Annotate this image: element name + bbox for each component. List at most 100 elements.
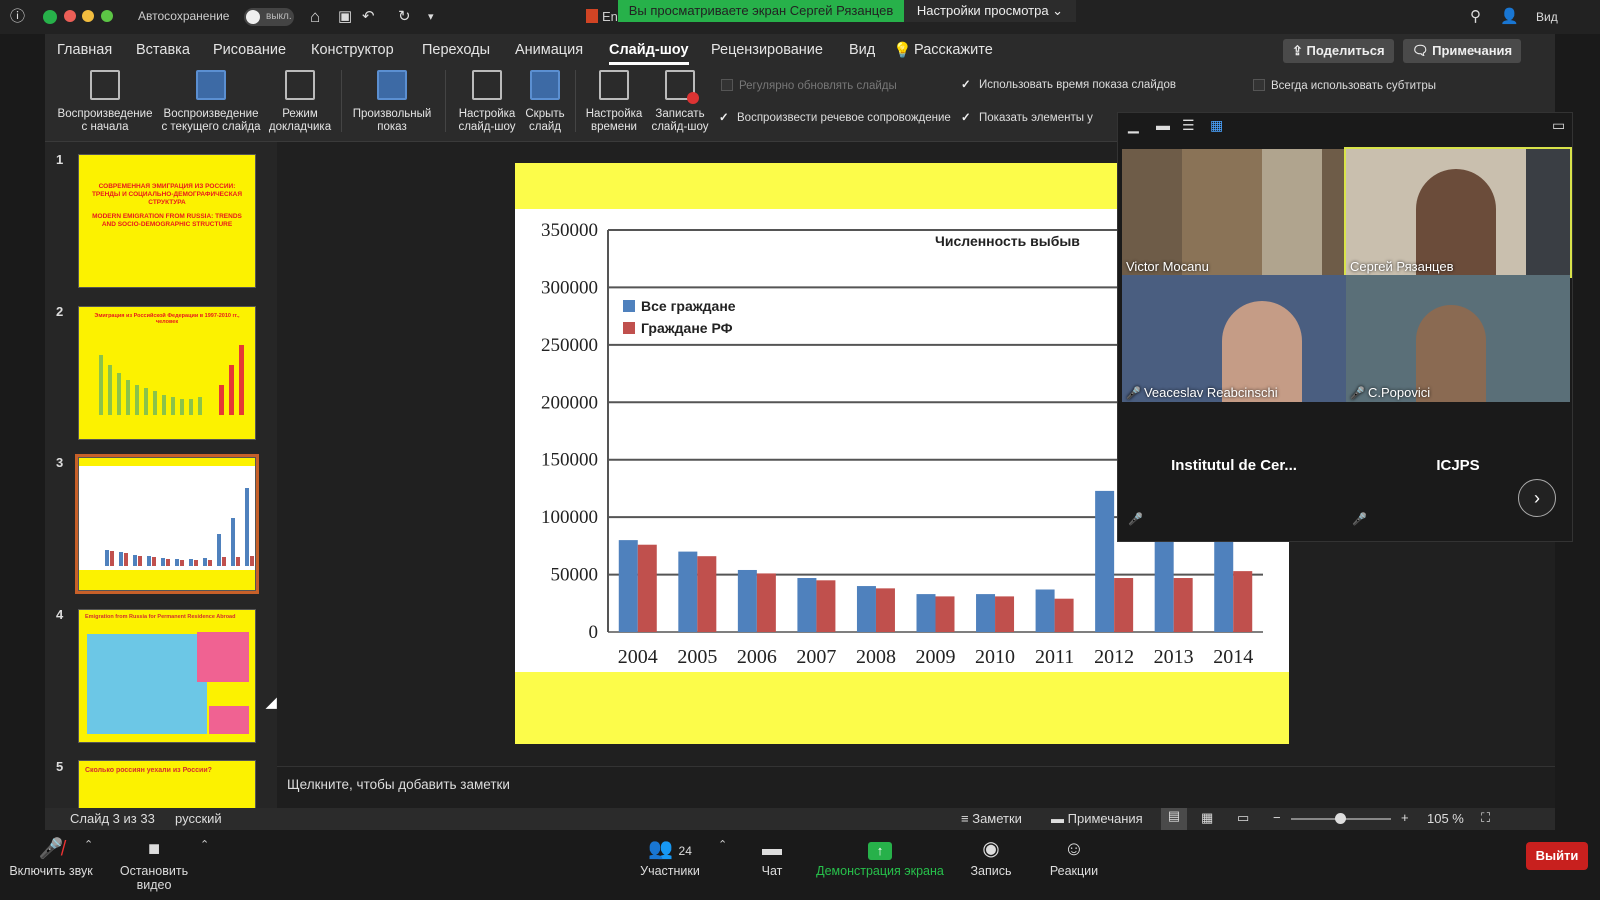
normal-view-button[interactable]: ▤ — [1161, 808, 1187, 830]
undo-icon[interactable]: ↶ — [362, 0, 375, 34]
slide-number: 4 — [56, 607, 64, 622]
tab-transitions[interactable]: Переходы — [422, 42, 490, 58]
tab-home[interactable]: Главная — [57, 42, 112, 58]
video-tile-popovici[interactable]: 🎤 C.Popovici — [1346, 275, 1570, 402]
slide-sorter-button[interactable]: ▦ — [1201, 810, 1213, 826]
slide-thumbnail-2[interactable]: Эмиграция из Российской Федерации в 1997… — [78, 306, 256, 440]
play-from-start-button[interactable]: Воспроизведение с начала — [55, 70, 155, 134]
view-settings-dropdown[interactable]: Настройки просмотра ⌄ — [904, 0, 1076, 22]
tab-animations[interactable]: Анимация — [515, 42, 583, 58]
x-tick-label: 2012 — [1094, 646, 1134, 668]
rehearse-timings-button[interactable]: Настройка времени — [583, 70, 645, 134]
zoom-out-button[interactable]: − — [1273, 810, 1281, 825]
video-tile-reabcinschi[interactable]: 🎤 Veaceslav Reabcinschi — [1122, 275, 1346, 402]
slide-thumbnail-4[interactable]: Emigration from Russia for Permanent Res… — [78, 609, 256, 743]
notes-pane[interactable]: Щелкните, чтобы добавить заметки — [277, 766, 1555, 808]
tell-me[interactable]: Расскажите — [914, 42, 993, 58]
x-tick-label: 2008 — [856, 646, 896, 668]
strip-view-icon[interactable]: ☰ — [1182, 117, 1195, 134]
reading-view-button[interactable]: ▭ — [1237, 810, 1249, 826]
participants-button[interactable]: 👥 24 Участники — [630, 836, 710, 878]
divider — [575, 70, 576, 132]
notes-toggle[interactable]: ≡ Заметки — [961, 811, 1022, 826]
video-tile-victor[interactable]: Victor Mocanu — [1122, 149, 1346, 276]
minimize-window-button[interactable] — [82, 10, 94, 22]
use-timings-checkbox[interactable]: ✓ Использовать время показа слайдов — [961, 77, 1176, 91]
record-label: Запись — [970, 864, 1012, 878]
subtitles-checkbox[interactable]: Всегда использовать субтитры — [1253, 79, 1436, 92]
chat-button[interactable]: ▬ Чат — [744, 836, 800, 878]
smiley-icon: ☺ — [1063, 838, 1085, 860]
gallery-view-icon[interactable]: ▦ — [1210, 117, 1223, 134]
slide-thumbnails-pane: 1 СОВРЕМЕННАЯ ЭМИГРАЦИЯ ИЗ РОССИИ: ТРЕНД… — [45, 142, 277, 808]
mic-off-icon: 🎤 — [1350, 386, 1365, 400]
record-slideshow-button[interactable]: Записать слайд-шоу — [647, 70, 713, 134]
show-controls-checkbox[interactable]: ✓ Показать элементы у — [961, 110, 1093, 124]
tab-draw[interactable]: Рисование — [213, 42, 286, 58]
presenter-view-button[interactable]: Режим докладчика — [267, 70, 333, 134]
play-from-current-button[interactable]: Воспроизведение с текущего слайда — [159, 70, 263, 134]
legend-swatch — [623, 322, 635, 334]
speaker-view-icon[interactable]: ▬ — [1156, 117, 1170, 133]
slide-thumbnail-5[interactable]: Сколько россиян уехали из России? — [78, 760, 256, 808]
view-label[interactable]: Вид — [1536, 10, 1558, 24]
slide-thumbnail-3[interactable] — [75, 454, 259, 594]
language-indicator[interactable]: русский — [175, 811, 222, 826]
zoom-slider-thumb[interactable] — [1335, 813, 1346, 824]
setup-slideshow-button[interactable]: Настройка слайд-шоу — [453, 70, 521, 134]
close-window-button[interactable] — [64, 10, 76, 22]
stop-video-button[interactable]: ■ Остановить видео — [104, 836, 204, 892]
reactions-button[interactable]: ☺ Реакции — [1038, 836, 1110, 878]
comments-button[interactable]: 🗨 Примечания — [1403, 39, 1522, 63]
info-icon[interactable]: ⓘ — [10, 0, 25, 34]
button-label: с текущего слайда — [161, 121, 261, 133]
fit-to-window-button[interactable]: ⛶ — [1481, 810, 1490, 826]
hide-slide-button[interactable]: Скрыть слайд — [521, 70, 569, 134]
maximize-window-button[interactable] — [101, 10, 113, 22]
tab-view[interactable]: Вид — [849, 42, 875, 58]
person-icon[interactable]: 👤 — [1500, 0, 1519, 34]
tab-review[interactable]: Рецензирование — [711, 42, 823, 58]
y-tick-label: 300000 — [541, 277, 598, 298]
leave-meeting-button[interactable]: Выйти — [1526, 842, 1588, 870]
presenter-icon — [285, 70, 315, 100]
home-icon[interactable]: ⌂ — [310, 0, 320, 34]
audio-options-icon[interactable]: ⌃ — [84, 838, 93, 851]
x-tick-label: 2009 — [916, 646, 956, 668]
participants-options-icon[interactable]: ⌃ — [718, 838, 727, 851]
zoom-in-button[interactable]: + — [1401, 810, 1409, 825]
button-label: с начала — [81, 121, 129, 133]
video-tile-ryazantsev[interactable]: Сергей Рязанцев — [1344, 147, 1572, 278]
next-page-button[interactable]: › — [1518, 479, 1556, 517]
tab-slideshow[interactable]: Слайд-шоу — [609, 42, 689, 65]
unmute-button[interactable]: 🎤̸ Включить звук — [8, 836, 94, 878]
tab-insert[interactable]: Вставка — [136, 42, 190, 58]
tab-design[interactable]: Конструктор — [311, 42, 394, 58]
redo-icon[interactable]: ↻ — [398, 0, 411, 34]
search-icon[interactable]: ⚲ — [1470, 0, 1481, 34]
slide-thumbnail-1[interactable]: СОВРЕМЕННАЯ ЭМИГРАЦИЯ ИЗ РОССИИ: ТРЕНДЫ … — [78, 154, 256, 288]
record-button[interactable]: ◉ Запись — [960, 836, 1022, 878]
mic-off-icon: 🎤 — [1126, 386, 1141, 400]
minimize-icon[interactable]: ▁ — [1128, 117, 1139, 134]
video-options-icon[interactable]: ⌃ — [200, 838, 209, 851]
autosave-toggle[interactable]: выкл. — [244, 8, 294, 26]
play-narrations-checkbox[interactable]: ✓ Воспроизвести речевое сопровождение — [719, 110, 951, 124]
zoom-level[interactable]: 105 % — [1427, 811, 1464, 826]
keep-updated-checkbox[interactable]: Регулярно обновлять слайды — [721, 79, 897, 92]
custom-show-button[interactable]: Произвольный показ — [349, 70, 435, 134]
pop-out-icon[interactable]: ▭ — [1552, 117, 1565, 134]
save-icon[interactable]: ▣ — [338, 0, 352, 34]
button-label: Настройка — [458, 108, 516, 120]
y-tick-label: 200000 — [541, 392, 598, 413]
share-screen-button[interactable]: ↑ Демонстрация экрана — [816, 836, 944, 878]
setup-icon — [472, 70, 502, 100]
x-tick-label: 2006 — [737, 646, 777, 668]
video-tile-institutul[interactable]: Institutul de Cer... 🎤 — [1122, 402, 1346, 529]
share-button[interactable]: ⇪ Поделиться — [1283, 39, 1394, 63]
bar-all-citizens-2006 — [737, 569, 757, 632]
comments-toggle[interactable]: ▬ Примечания — [1051, 811, 1143, 826]
customize-icon[interactable]: ▾ — [428, 0, 434, 34]
thumb-block — [87, 634, 207, 734]
checkbox-label: Воспроизвести речевое сопровождение — [737, 112, 951, 124]
